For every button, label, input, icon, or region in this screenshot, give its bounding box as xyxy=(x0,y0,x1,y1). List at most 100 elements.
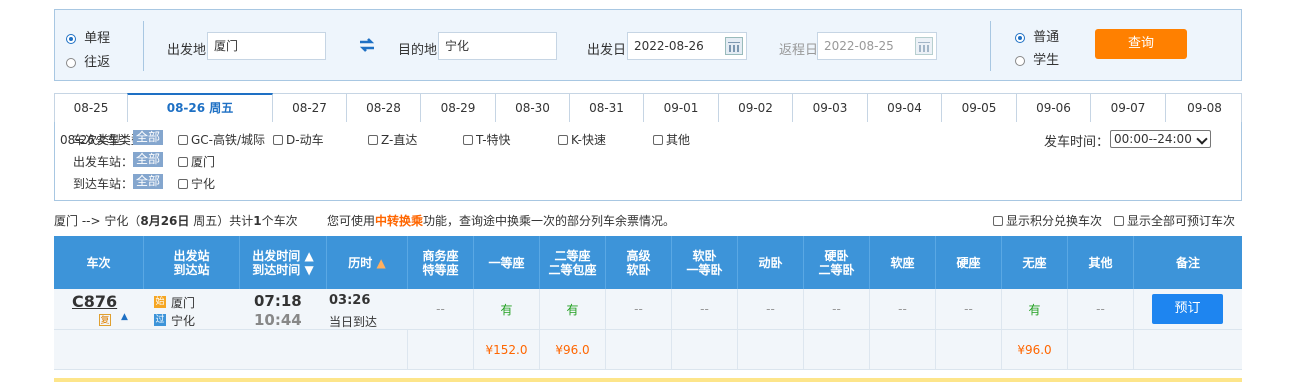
roundtrip-radio[interactable] xyxy=(66,57,76,68)
transfer-link[interactable]: 中转换乘 xyxy=(375,214,423,228)
date-tab[interactable]: 08-31 xyxy=(570,94,644,122)
date-tab[interactable]: 08-25 xyxy=(55,94,128,122)
header-text: 动卧 xyxy=(758,255,783,270)
option-all[interactable]: 显示全部可预订车次 xyxy=(1114,212,1235,229)
checkbox[interactable] xyxy=(463,135,473,145)
cell-empty xyxy=(1068,330,1134,369)
filter-k[interactable]: K-快速 xyxy=(558,131,606,148)
header-business: 商务座 特等座 xyxy=(408,236,474,289)
header-duration[interactable]: 历时 ▲ xyxy=(327,236,408,289)
date-tab[interactable]: 09-07 xyxy=(1091,94,1166,122)
arrive-station-all-chip[interactable]: 全部 xyxy=(133,174,164,189)
calendar-icon[interactable] xyxy=(725,37,743,55)
to-input[interactable]: 宁化 xyxy=(438,32,557,60)
train-type-label: 车次类型： xyxy=(73,133,134,147)
cell-empty xyxy=(672,330,738,369)
pass-station-tag: 过 xyxy=(154,314,166,326)
date-tab[interactable]: 08-27 xyxy=(273,94,347,122)
normal-radio[interactable] xyxy=(1015,32,1025,43)
cell-no-seat[interactable]: 有 xyxy=(1002,289,1068,329)
date-tab[interactable]: 08-30 xyxy=(496,94,570,122)
header-text: 备注 xyxy=(1175,255,1200,270)
header-stations: 出发站 到达站 xyxy=(144,236,240,289)
trip-type-oneway[interactable]: 单程 xyxy=(66,27,110,46)
transfer-tip: 您可使用中转换乘功能，查询途中换乘一次的部分列车余票情况。 xyxy=(327,212,675,229)
checkbox[interactable] xyxy=(558,135,568,145)
calendar-icon[interactable] xyxy=(915,37,933,55)
checkbox[interactable] xyxy=(993,216,1003,226)
query-button[interactable]: 查询 xyxy=(1095,29,1187,59)
cell-other: -- xyxy=(1068,289,1134,329)
date-tab[interactable]: 08-29 xyxy=(421,94,496,122)
checkbox[interactable] xyxy=(178,179,188,189)
cell-soft-seat: -- xyxy=(870,289,936,329)
header-train-no[interactable]: 车次 xyxy=(54,236,144,289)
normal-label: 普通 xyxy=(1033,30,1060,45)
price-no-seat: ¥96.0 xyxy=(1002,330,1068,369)
filter-t-label: T-特快 xyxy=(476,133,511,147)
filter-other[interactable]: 其他 xyxy=(653,131,690,148)
header-text: 特等座 xyxy=(422,262,459,277)
date-tab[interactable]: 09-04 xyxy=(868,94,942,122)
filter-d[interactable]: D-动车 xyxy=(273,131,324,148)
header-text: 其他 xyxy=(1088,255,1113,270)
checkbox[interactable] xyxy=(368,135,378,145)
filter-arrive-station[interactable]: 宁化 xyxy=(178,175,215,192)
checkbox[interactable] xyxy=(653,135,663,145)
date-tab[interactable]: 09-01 xyxy=(644,94,719,122)
roundtrip-label: 往返 xyxy=(84,55,111,70)
header-no-seat: 无座 xyxy=(1002,236,1068,289)
book-button[interactable]: 预订 xyxy=(1152,294,1223,324)
expand-up-icon[interactable]: ▲ xyxy=(121,312,128,322)
train-type-all-chip[interactable]: 全部 xyxy=(133,130,164,145)
header-hard-seat: 硬座 xyxy=(936,236,1002,289)
cell-first[interactable]: 有 xyxy=(474,289,540,329)
date-tab[interactable]: 09-06 xyxy=(1017,94,1091,122)
date-tab-active[interactable]: 08-26 周五 xyxy=(127,93,273,123)
header-deluxe-sleeper: 高级 软卧 xyxy=(606,236,672,289)
checkbox[interactable] xyxy=(178,157,188,167)
cell-second[interactable]: 有 xyxy=(540,289,606,329)
filter-gc[interactable]: GC-高铁/城际 xyxy=(178,131,265,148)
date-tab[interactable]: 08-28 xyxy=(347,94,421,122)
header-remark: 备注 xyxy=(1134,236,1242,289)
depart-time: 07:18 xyxy=(254,292,302,310)
cell-empty xyxy=(54,330,408,369)
option-points[interactable]: 显示积分兑换车次 xyxy=(993,212,1102,229)
divider xyxy=(990,21,991,71)
cell-hard-seat: -- xyxy=(936,289,1002,329)
swap-arrows-icon[interactable] xyxy=(358,37,376,53)
train-number-link[interactable]: C876 xyxy=(72,292,117,311)
depart-time-select[interactable]: 00:00--24:00 xyxy=(1110,130,1211,148)
date-tab[interactable]: 09-05 xyxy=(942,94,1017,122)
header-arrive-time[interactable]: 到达时间 ▼ xyxy=(252,263,313,277)
header-depart-time[interactable]: 出发时间 ▲ xyxy=(252,249,313,263)
header-text: 二等座 xyxy=(554,248,591,263)
arrive-station-name: 宁化 xyxy=(191,177,216,191)
summary-count: 1 xyxy=(253,214,262,228)
date-tab[interactable]: 09-03 xyxy=(793,94,868,122)
student-radio[interactable] xyxy=(1015,55,1025,66)
seat-availability: 有 xyxy=(566,302,579,317)
oneway-radio[interactable] xyxy=(66,33,76,44)
trip-type-roundtrip[interactable]: 往返 xyxy=(66,51,110,70)
header-text: 到达站 xyxy=(173,262,210,277)
header-times[interactable]: 出发时间 ▲ 到达时间 ▼ xyxy=(240,236,327,289)
checkbox[interactable] xyxy=(273,135,283,145)
from-input[interactable]: 厦门 xyxy=(207,32,326,60)
passenger-type-student[interactable]: 学生 xyxy=(1015,49,1059,68)
date-tab[interactable]: 09-02 xyxy=(719,94,793,122)
date-tab[interactable]: 09-08 xyxy=(1166,94,1243,122)
filter-t[interactable]: T-特快 xyxy=(463,131,511,148)
header-soft-sleeper: 软卧 一等卧 xyxy=(672,236,738,289)
filter-z[interactable]: Z-直达 xyxy=(368,131,417,148)
filter-depart-station[interactable]: 厦门 xyxy=(178,153,215,170)
checkbox[interactable] xyxy=(1114,216,1124,226)
header-other: 其他 xyxy=(1068,236,1134,289)
header-text: 车次 xyxy=(86,255,111,270)
cell-empty xyxy=(606,330,672,369)
passenger-type-normal[interactable]: 普通 xyxy=(1015,26,1059,45)
depart-station-all-chip[interactable]: 全部 xyxy=(133,152,164,167)
checkbox[interactable] xyxy=(178,135,188,145)
header-text: 硬卧 xyxy=(824,248,849,263)
